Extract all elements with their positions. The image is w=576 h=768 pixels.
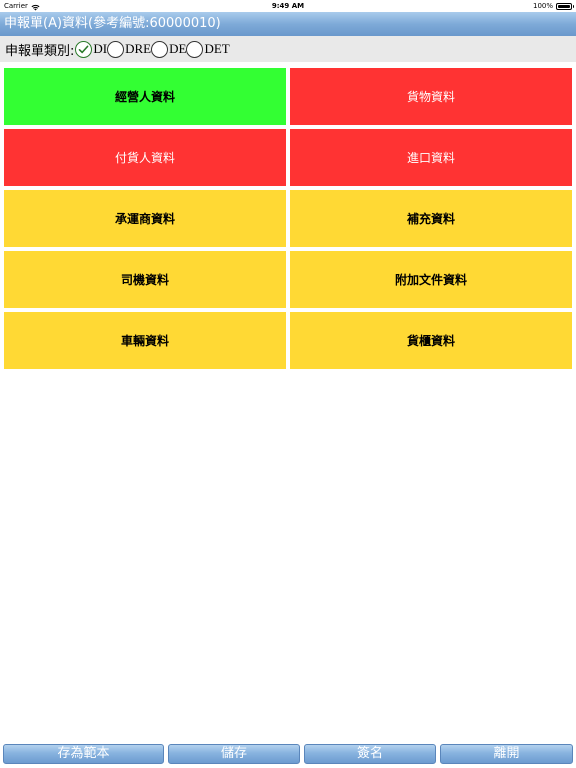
save-template-button[interactable]: 存為範本 — [3, 744, 164, 764]
status-bar: Carrier 9:49 AM 100% — [0, 0, 576, 12]
radio-option-dre[interactable]: DRE — [107, 40, 151, 58]
goods-info-button[interactable]: 貨物資料 — [290, 68, 572, 125]
radio-option-di[interactable]: DI — [75, 40, 107, 58]
radio-label-dre[interactable]: DRE — [125, 41, 151, 57]
radio-option-de[interactable]: DE — [151, 40, 186, 58]
radio-option-det[interactable]: DET — [186, 40, 230, 58]
section-grid: 經營人資料 貨物資料 付貨人資料 進口資料 承運商資料 補充資料 司機資料 附加… — [4, 68, 572, 369]
radio-label-di[interactable]: DI — [93, 41, 107, 57]
declaration-type-label: 申報單類別: — [5, 43, 75, 59]
declaration-type-selector: 申報單類別: DI DRE DE DET — [0, 36, 576, 62]
driver-info-button[interactable]: 司機資料 — [4, 251, 286, 308]
save-button[interactable]: 儲存 — [168, 744, 300, 764]
battery-info: 100% — [532, 0, 574, 12]
attached-documents-button[interactable]: 附加文件資料 — [290, 251, 572, 308]
battery-icon — [556, 2, 574, 10]
carrier-info-button[interactable]: 承運商資料 — [4, 190, 286, 247]
radio-unchecked-icon[interactable] — [186, 40, 204, 58]
declaration-type-radio-group: DI DRE DE DET — [75, 40, 230, 58]
battery-percent: 100% — [532, 2, 553, 10]
bottom-toolbar: 存為範本 儲存 簽名 離開 — [0, 742, 576, 768]
shipper-info-button[interactable]: 付貨人資料 — [4, 129, 286, 186]
sign-button[interactable]: 簽名 — [304, 744, 436, 764]
radio-unchecked-icon[interactable] — [151, 40, 169, 58]
import-info-button[interactable]: 進口資料 — [290, 129, 572, 186]
operator-info-button[interactable]: 經營人資料 — [4, 68, 286, 125]
container-info-button[interactable]: 貨櫃資料 — [290, 312, 572, 369]
radio-unchecked-icon[interactable] — [107, 40, 125, 58]
radio-label-de[interactable]: DE — [169, 41, 186, 57]
page-title: 申報單(A)資料(參考編號:60000010) — [0, 12, 576, 36]
radio-label-det[interactable]: DET — [204, 41, 229, 57]
vehicle-info-button[interactable]: 車輛資料 — [4, 312, 286, 369]
radio-checked-icon[interactable] — [75, 40, 93, 58]
exit-button[interactable]: 離開 — [440, 744, 573, 764]
status-time: 9:49 AM — [271, 2, 305, 10]
supplementary-info-button[interactable]: 補充資料 — [290, 190, 572, 247]
